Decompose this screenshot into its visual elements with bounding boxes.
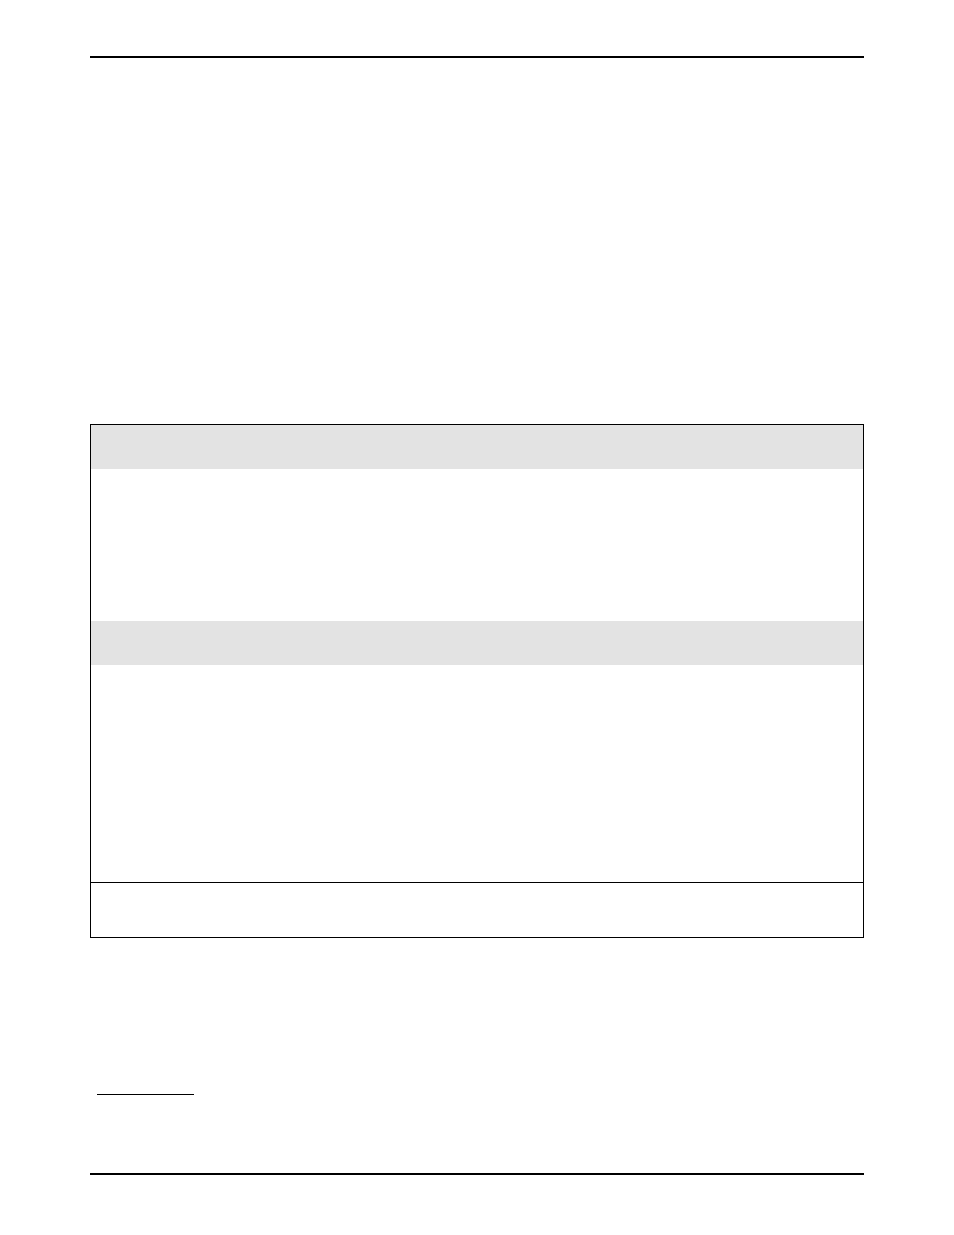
footer-rule xyxy=(90,1173,864,1175)
table-subheader-row xyxy=(91,621,863,665)
table-row xyxy=(91,883,863,937)
table-row xyxy=(91,469,863,621)
header-rule xyxy=(90,56,864,58)
page xyxy=(0,0,954,1235)
data-table xyxy=(90,424,864,938)
table-header-row xyxy=(91,425,863,469)
footnote-rule xyxy=(97,1094,194,1095)
table-row xyxy=(91,665,863,883)
